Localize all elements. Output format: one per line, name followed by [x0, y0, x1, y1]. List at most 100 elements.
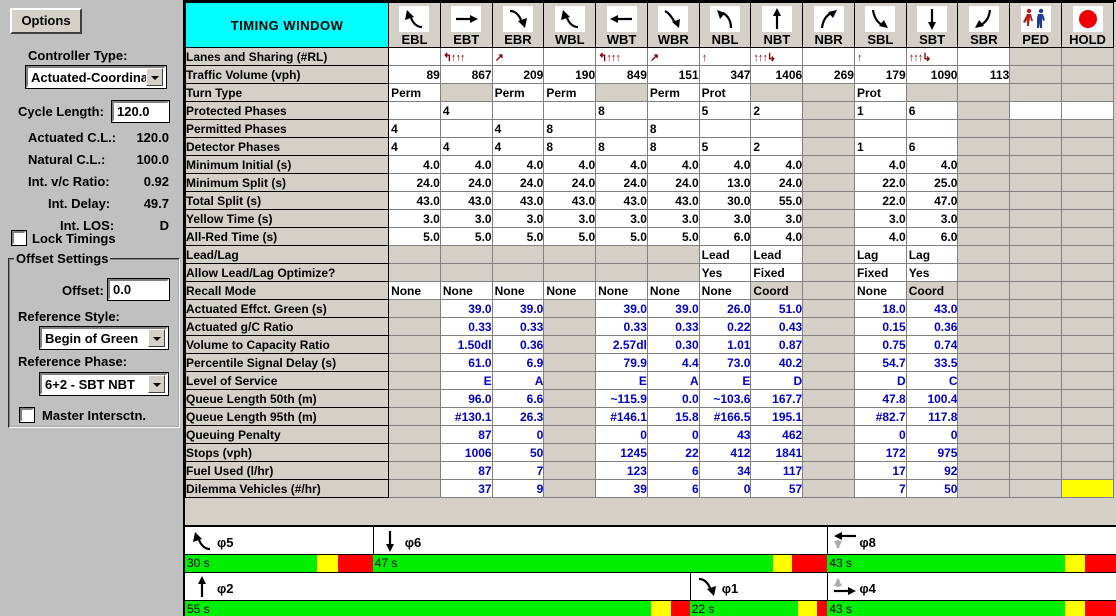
cell-ped[interactable] [1009, 443, 1063, 462]
cell-wbl[interactable]: None [543, 281, 597, 300]
lock-timings-checkbox[interactable] [11, 230, 27, 246]
cell-ebt[interactable]: 5.0 [439, 227, 493, 246]
column-header-ped[interactable]: PED [1009, 2, 1063, 48]
cell-ped[interactable] [1009, 407, 1063, 426]
cell-ebr[interactable] [491, 245, 545, 264]
cell-wbr[interactable]: 39.0 [646, 299, 700, 318]
cell-ebr[interactable]: 9 [491, 479, 545, 498]
cell-nbl[interactable]: Prot [698, 83, 752, 102]
cell-wbr[interactable] [646, 245, 700, 264]
cell-nbt[interactable]: 1406 [750, 65, 804, 84]
cell-sbt[interactable]: 25.0 [905, 173, 959, 192]
cell-sbr[interactable] [957, 407, 1011, 426]
cell-wbt[interactable]: 5.0 [595, 227, 648, 246]
cell-ebr[interactable]: 0.36 [491, 335, 545, 354]
cell-wbl[interactable] [543, 443, 597, 462]
cell-nbl[interactable]: 4.0 [698, 155, 752, 174]
cell-hold[interactable] [1061, 407, 1114, 426]
cell-hold[interactable] [1061, 47, 1114, 66]
cycle-length-input[interactable]: 120.0 [111, 100, 170, 123]
cell-wbt[interactable] [595, 83, 648, 102]
cell-nbl[interactable]: #166.5 [698, 407, 752, 426]
cell-sbt[interactable]: 0.74 [905, 335, 959, 354]
cell-wbr[interactable]: 24.0 [646, 173, 700, 192]
cell-sbl[interactable]: D [853, 371, 907, 390]
cell-wbt[interactable]: 1245 [595, 443, 648, 462]
cell-ebl[interactable] [388, 425, 441, 444]
cell-sbr[interactable] [957, 191, 1011, 210]
cell-hold[interactable] [1061, 83, 1114, 102]
cell-sbl[interactable]: 18.0 [853, 299, 907, 318]
cell-ebt[interactable]: 1.50dl [439, 335, 493, 354]
cell-wbr[interactable]: 0 [646, 425, 700, 444]
column-header-hold[interactable]: HOLD [1061, 2, 1114, 48]
cell-ebl[interactable] [388, 479, 441, 498]
cell-wbt[interactable]: 4.0 [595, 155, 648, 174]
cell-sbl[interactable]: 0.15 [853, 317, 907, 336]
cell-wbr[interactable]: 22 [646, 443, 700, 462]
cell-ebt[interactable] [439, 245, 493, 264]
cell-ped[interactable] [1009, 137, 1063, 156]
cell-wbr[interactable]: 0.30 [646, 335, 700, 354]
cell-wbt[interactable]: None [595, 281, 648, 300]
cell-sbl[interactable]: #82.7 [853, 407, 907, 426]
cell-nbt[interactable]: 4.0 [750, 227, 804, 246]
cell-ebr[interactable]: 0 [491, 425, 545, 444]
cell-nbt[interactable]: 4.0 [750, 155, 804, 174]
cell-sbt[interactable]: 0.36 [905, 317, 959, 336]
cell-nbt[interactable]: 0.43 [750, 317, 804, 336]
cell-wbl[interactable]: Perm [543, 83, 597, 102]
cell-ebr[interactable]: 24.0 [491, 173, 545, 192]
cell-ped[interactable] [1009, 119, 1063, 138]
cell-wbt[interactable]: 39.0 [595, 299, 648, 318]
cell-wbt[interactable]: 3.0 [595, 209, 648, 228]
cell-wbr[interactable]: ↗ [646, 47, 700, 66]
cell-nbr[interactable] [802, 101, 855, 120]
cell-ped[interactable] [1009, 209, 1063, 228]
cell-ebt[interactable]: 4 [439, 101, 493, 120]
cell-hold[interactable] [1061, 65, 1114, 84]
cell-ebt[interactable]: 867 [439, 65, 493, 84]
cell-hold[interactable] [1061, 119, 1114, 138]
cell-ebt[interactable]: 4 [439, 137, 493, 156]
cell-nbl[interactable]: 0 [698, 479, 752, 498]
reference-phase-select[interactable]: 6+2 - SBT NBT [39, 372, 169, 396]
cell-nbt[interactable]: 195.1 [750, 407, 804, 426]
cell-sbt[interactable]: 92 [905, 461, 959, 480]
cell-nbr[interactable] [802, 353, 855, 372]
cell-sbt[interactable] [905, 119, 959, 138]
cell-wbl[interactable] [543, 47, 597, 66]
cell-ebl[interactable]: Perm [388, 83, 441, 102]
cell-ebl[interactable] [388, 245, 441, 264]
cell-sbt[interactable]: 6.0 [905, 227, 959, 246]
cell-wbr[interactable]: None [646, 281, 700, 300]
cell-nbl[interactable]: 73.0 [698, 353, 752, 372]
cell-wbt[interactable]: ~115.9 [595, 389, 648, 408]
cell-sbl[interactable]: 7 [853, 479, 907, 498]
cell-ebr[interactable]: 4.0 [491, 155, 545, 174]
cell-nbr[interactable] [802, 299, 855, 318]
cell-nbl[interactable]: 34 [698, 461, 752, 480]
cell-nbl[interactable]: 6.0 [698, 227, 752, 246]
cell-hold[interactable] [1061, 227, 1114, 246]
cell-wbr[interactable]: 4.0 [646, 155, 700, 174]
cell-nbl[interactable]: Lead [698, 245, 752, 264]
cell-nbr[interactable] [802, 371, 855, 390]
cell-nbl[interactable]: Yes [698, 263, 752, 282]
cell-ebr[interactable]: 3.0 [491, 209, 545, 228]
cell-sbt[interactable] [905, 83, 959, 102]
cell-sbt[interactable]: 100.4 [905, 389, 959, 408]
cell-nbl[interactable]: 0.22 [698, 317, 752, 336]
cell-hold[interactable] [1061, 371, 1114, 390]
cell-hold[interactable] [1061, 299, 1114, 318]
cell-sbt[interactable]: 0 [905, 425, 959, 444]
cell-ebt[interactable]: 43.0 [439, 191, 493, 210]
cell-ebt[interactable]: 87 [439, 461, 493, 480]
cell-nbt[interactable]: D [750, 371, 804, 390]
cell-hold[interactable] [1061, 155, 1114, 174]
green-interval[interactable] [372, 555, 774, 572]
column-header-sbr[interactable]: SBR [957, 2, 1011, 48]
cell-sbl[interactable]: None [853, 281, 907, 300]
cell-hold[interactable] [1061, 281, 1114, 300]
cell-ebl[interactable] [388, 263, 441, 282]
